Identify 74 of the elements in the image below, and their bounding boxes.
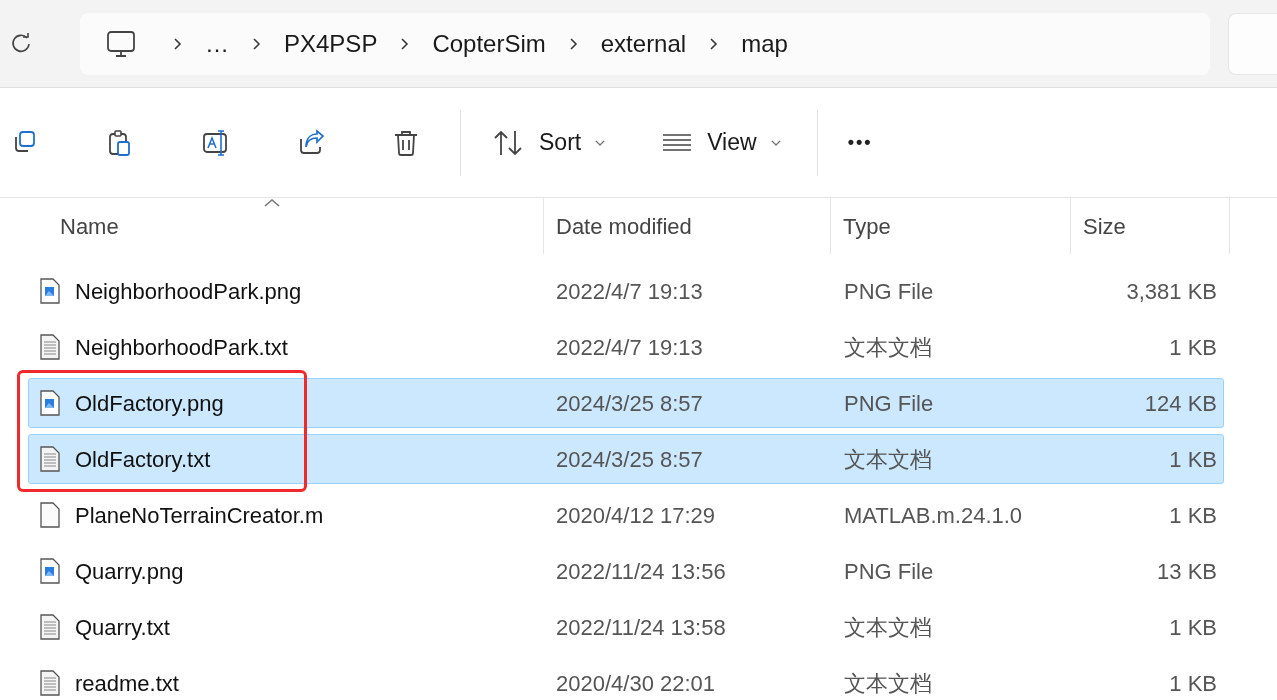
file-name: PlaneNoTerrainCreator.m	[75, 501, 324, 530]
sort-button[interactable]: Sort	[493, 125, 606, 160]
file-type: PNG File	[843, 389, 935, 418]
sort-ascending-icon	[263, 198, 280, 208]
column-header[interactable]: Size	[1070, 198, 1230, 254]
breadcrumb-item[interactable]: CopterSim	[432, 25, 546, 62]
file-size: 13 KB	[1156, 557, 1218, 586]
file-row[interactable]: NeighborhoodPark.png 2022/4/7 19:13 PNG File 3,381 KB	[28, 266, 1224, 316]
caret-down-icon	[770, 138, 781, 147]
trash-icon	[392, 128, 420, 157]
breadcrumb-item[interactable]: PX4PSP	[284, 25, 378, 62]
chevron-right-icon	[399, 36, 411, 51]
text-file-icon	[39, 333, 61, 361]
more-button[interactable]: •••	[847, 129, 873, 156]
file-size: 1 KB	[1168, 333, 1218, 362]
file-icon	[39, 501, 61, 529]
file-size: 1 KB	[1168, 669, 1218, 698]
file-name: NeighborhoodPark.png	[75, 277, 302, 306]
address-bar[interactable]: … PX4PSP CopterSim external map	[80, 12, 1210, 75]
file-name: Quarry.png	[75, 557, 184, 586]
share-icon	[297, 128, 325, 157]
breadcrumb-item[interactable]: …	[205, 25, 229, 62]
file-size: 1 KB	[1168, 613, 1218, 642]
file-type: PNG File	[843, 557, 935, 586]
file-name: NeighborhoodPark.txt	[75, 333, 288, 362]
file-name: OldFactory.txt	[75, 445, 211, 474]
file-type: 文本文档	[843, 613, 933, 642]
file-row[interactable]: OldFactory.txt 2024/3/25 8:57 文本文档 1 KB	[28, 434, 1224, 484]
chevron-right-icon	[172, 36, 183, 51]
breadcrumb-item[interactable]: map	[741, 25, 788, 62]
file-type: 文本文档	[843, 445, 933, 474]
file-row[interactable]: NeighborhoodPark.txt 2022/4/7 19:13 文本文档 1 KB	[28, 322, 1224, 372]
text-file-icon	[39, 445, 61, 473]
file-type: MATLAB.m.24.1.0	[843, 501, 1024, 530]
file-row[interactable]: Quarry.txt 2022/11/24 13:58 文本文档 1 KB	[28, 602, 1224, 652]
caret-down-icon	[595, 138, 606, 147]
column-header[interactable]: Type	[830, 198, 1070, 254]
sort-arrows-icon	[493, 128, 525, 157]
chevron-right-icon	[567, 36, 579, 51]
date-modified: 2022/4/7 19:13	[555, 333, 704, 362]
rename-icon	[202, 128, 230, 157]
view-button[interactable]: View	[661, 125, 781, 160]
file-type: 文本文档	[843, 669, 933, 698]
date-modified: 2022/11/24 13:58	[555, 613, 727, 642]
file-size: 1 KB	[1168, 501, 1218, 530]
file-row[interactable]: Quarry.png 2022/11/24 13:56 PNG File 13 KB	[28, 546, 1224, 596]
file-type: 文本文档	[843, 333, 933, 362]
file-size: 1 KB	[1168, 445, 1218, 474]
file-row[interactable]: PlaneNoTerrainCreator.m 2020/4/12 17:29 MATLAB.m.24.1.0 1 KB	[28, 490, 1224, 540]
image-file-icon	[39, 277, 61, 305]
date-modified: 2022/11/24 13:56	[555, 557, 727, 586]
breadcrumb-item[interactable]: external	[600, 25, 687, 62]
file-size: 3,381 KB	[1125, 277, 1218, 306]
text-file-icon	[39, 669, 61, 697]
column-header[interactable]: Date modified	[543, 198, 830, 254]
date-modified: 2020/4/30 22:01	[555, 669, 717, 698]
text-file-icon	[39, 613, 61, 641]
computer-icon	[106, 29, 136, 58]
date-modified: 2020/4/12 17:29	[555, 501, 717, 530]
column-header[interactable]: Name	[0, 198, 543, 254]
file-name: Quarry.txt	[75, 613, 170, 642]
date-modified: 2024/3/25 8:57	[555, 445, 704, 474]
image-file-icon	[39, 557, 61, 585]
date-modified: 2024/3/25 8:57	[555, 389, 704, 418]
image-file-icon	[39, 389, 61, 417]
file-row[interactable]: readme.txt 2020/4/30 22:01 文本文档 1 KB	[28, 658, 1224, 700]
chevron-right-icon	[708, 36, 720, 51]
file-type: PNG File	[843, 277, 935, 306]
chevron-right-icon	[251, 36, 262, 51]
file-name: readme.txt	[75, 669, 179, 698]
file-size: 124 KB	[1143, 389, 1218, 418]
date-modified: 2022/4/7 19:13	[555, 277, 704, 306]
file-row[interactable]: OldFactory.png 2024/3/25 8:57 PNG File 124 KB	[28, 378, 1224, 428]
file-name: OldFactory.png	[75, 389, 224, 418]
